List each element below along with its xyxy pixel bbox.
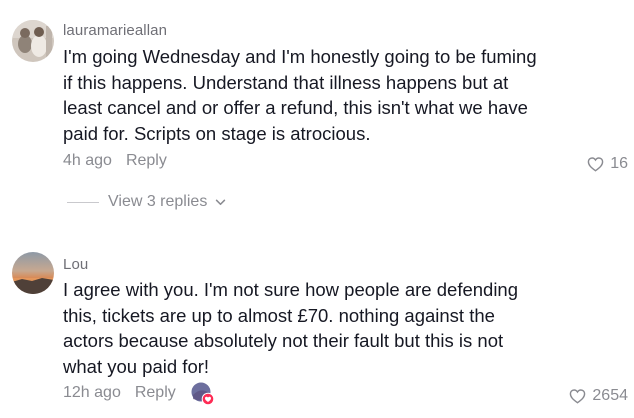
view-replies-button[interactable]: View 3 replies (67, 193, 226, 211)
creator-liked-badge (190, 381, 215, 406)
reply-button[interactable]: Reply (126, 152, 167, 170)
comment-text-line: I agree with you. I'm not sure how peopl… (63, 279, 519, 300)
comment-text-line: I'm going Wednesday and I'm honestly goi… (63, 46, 537, 67)
view-replies-label: View 3 replies (108, 193, 208, 210)
comment-text-line: what you paid for! (63, 355, 210, 377)
comment-meta: 4h ago Reply (63, 152, 167, 170)
heart-outline-icon (570, 389, 586, 404)
divider (67, 201, 99, 203)
reply-button[interactable]: Reply (135, 384, 176, 402)
comment-text: I agree with you. I'm not sure how peopl… (63, 277, 533, 379)
comment-text-line: least cancel and or offer a refund, this… (63, 97, 528, 118)
comment-text-line: this, tickets are up to almost £70. noth… (63, 304, 495, 326)
comment-username[interactable]: lauramarieallan (63, 22, 167, 39)
like-button[interactable]: 16 (587, 155, 628, 173)
comment-text-line: actors because absolutely not their faul… (63, 330, 504, 351)
avatar[interactable] (12, 20, 54, 62)
like-button[interactable]: 2654 (569, 387, 628, 405)
comment-text: I'm going Wednesday and I'm honestly goi… (63, 44, 537, 146)
avatar-photo (12, 252, 54, 294)
comment-text-line: paid for. Scripts on stage is atrocious. (63, 122, 371, 144)
heart-outline-icon (587, 157, 604, 172)
avatar[interactable] (12, 252, 54, 294)
comment-text-line: if this happens. Understand that illness… (63, 71, 509, 93)
comments-thread: lauramarieallan I'm going Wednesday and … (0, 0, 634, 418)
like-count: 2654 (592, 387, 628, 404)
comment-timestamp: 12h ago (63, 384, 121, 401)
like-count: 16 (610, 155, 628, 172)
creator-liked-badge-icon (190, 381, 215, 406)
comment-username[interactable]: Lou (63, 256, 88, 273)
comment-meta: 12h ago Reply (63, 384, 176, 402)
comment-timestamp: 4h ago (63, 152, 112, 169)
chevron-down-icon (216, 199, 226, 205)
avatar-photo (12, 20, 54, 62)
